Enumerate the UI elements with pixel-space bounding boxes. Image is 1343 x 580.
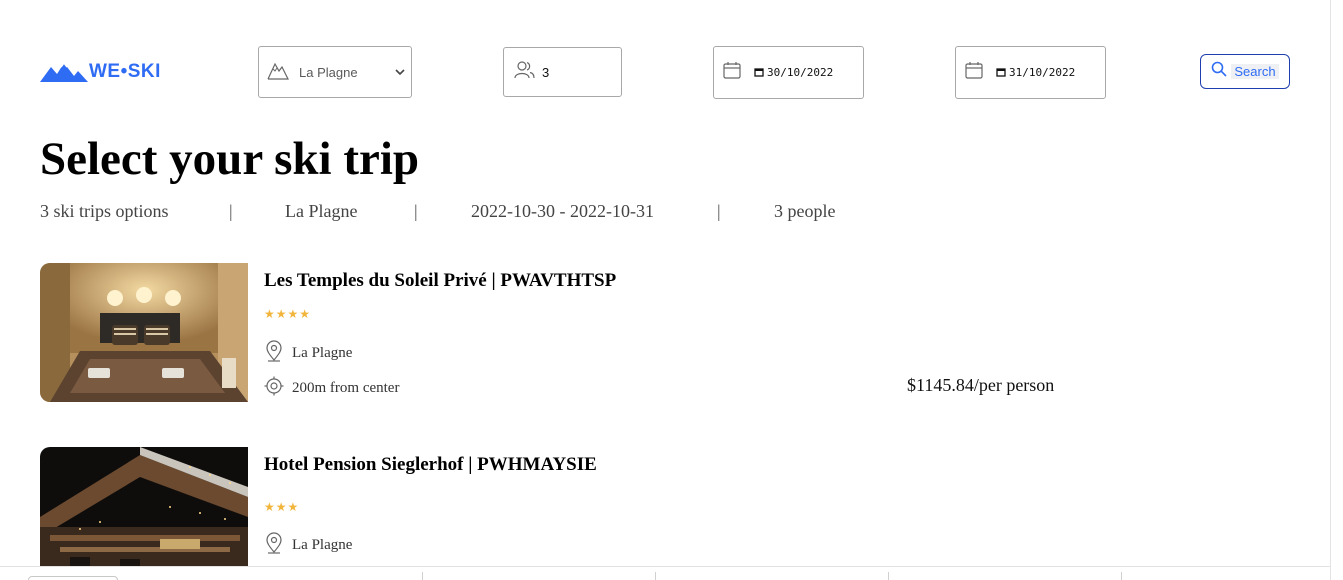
bottom-tab-button[interactable] — [28, 576, 118, 580]
summary-resort: La Plagne — [285, 201, 358, 221]
people-value: 3 — [542, 64, 550, 80]
end-date-field[interactable]: 31/10/2022 — [955, 46, 1106, 99]
star-icon: ★ — [264, 307, 275, 321]
summary-options: 3 ski trips options — [40, 201, 169, 221]
search-icon — [1211, 61, 1227, 82]
bottom-filter-bar — [0, 566, 1330, 580]
location-text: La Plagne — [292, 345, 353, 361]
star-icon: ★ — [299, 307, 311, 321]
resort-select[interactable]: La Plagne — [258, 46, 412, 98]
weski-logo[interactable]: WE•SKI — [40, 60, 161, 84]
people-input[interactable]: 3 — [503, 47, 622, 97]
mountain-logo-icon — [40, 61, 88, 82]
hotel-rating: ★ ★ ★ ★ — [264, 308, 310, 320]
bottom-divider — [655, 572, 656, 580]
calendar-icon — [722, 60, 742, 85]
bottom-divider — [1121, 572, 1122, 580]
calendar-picker-icon[interactable] — [754, 64, 764, 82]
summary-people: 3 people — [774, 201, 836, 221]
end-date-value: 31/10/2022 — [1009, 66, 1076, 79]
hotel-name[interactable]: Les Temples du Soleil Privé | PWAVTHTSP — [264, 271, 616, 291]
hotel-rating: ★ ★ ★ — [264, 501, 298, 513]
chevron-down-icon — [395, 63, 405, 81]
page-title: Select your ski trip — [40, 133, 420, 185]
map-pin-icon — [264, 340, 284, 367]
distance-text: 200m from center — [292, 380, 400, 396]
summary-separator: | — [229, 201, 233, 221]
star-icon: ★ — [264, 500, 275, 514]
brand-name: WE•SKI — [89, 61, 161, 82]
hotel-image — [40, 447, 248, 567]
hotel-distance: 200m from center — [264, 376, 399, 401]
calendar-picker-icon[interactable] — [996, 64, 1006, 82]
scrollbar[interactable] — [1330, 0, 1343, 580]
star-icon: ★ — [275, 500, 287, 514]
summary-separator: | — [717, 201, 721, 221]
bottom-divider — [888, 572, 889, 580]
hotel-card[interactable]: Les Temples du Soleil Privé | PWAVTHTSP … — [40, 263, 1140, 403]
star-icon: ★ — [287, 307, 299, 321]
calendar-icon — [964, 60, 984, 85]
target-icon — [264, 376, 284, 401]
start-date-field[interactable]: 30/10/2022 — [713, 46, 864, 99]
map-pin-icon — [264, 532, 284, 559]
hotel-card[interactable]: Hotel Pension Sieglerhof | PWHMAYSIE ★ ★… — [40, 447, 1140, 567]
hotel-name[interactable]: Hotel Pension Sieglerhof | PWHMAYSIE — [264, 455, 597, 475]
summary-separator: | — [414, 201, 418, 221]
star-icon: ★ — [275, 307, 287, 321]
hotel-location: La Plagne — [264, 340, 352, 367]
search-label: Search — [1231, 64, 1279, 79]
mountain-icon — [267, 59, 289, 86]
summary-dates: 2022-10-30 - 2022-10-31 — [471, 201, 654, 221]
hotel-image — [40, 263, 248, 402]
search-button[interactable]: Search — [1200, 54, 1290, 89]
people-icon — [514, 60, 536, 85]
bottom-divider — [422, 572, 423, 580]
resort-value: La Plagne — [299, 64, 358, 80]
location-text: La Plagne — [292, 537, 353, 553]
hotel-location: La Plagne — [264, 532, 352, 559]
hotel-price: $1145.84/per person — [907, 375, 1055, 395]
star-icon: ★ — [287, 500, 299, 514]
start-date-value: 30/10/2022 — [767, 66, 834, 79]
